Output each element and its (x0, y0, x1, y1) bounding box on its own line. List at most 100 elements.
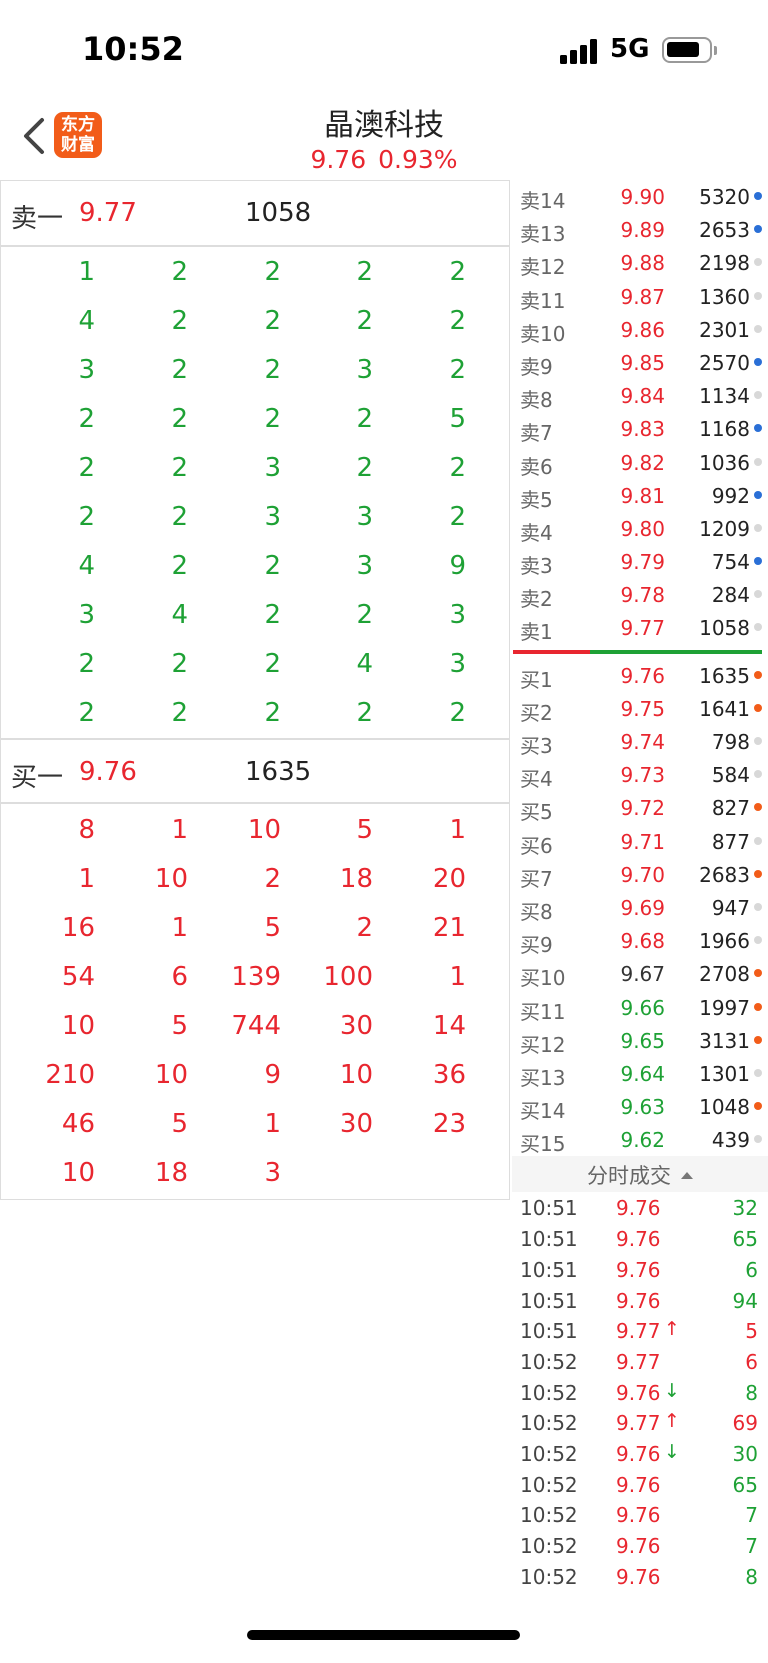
queue-row: 8 1 10 5 1 (1, 806, 509, 855)
queue-cell: 18 (339, 864, 373, 894)
level-volume: 798 (711, 730, 750, 754)
bid-level-row[interactable]: 买10 9.67 2708 (512, 957, 768, 990)
trade-volume: 30 (732, 1441, 758, 1466)
ask-level-row[interactable]: 卖9 9.85 2570 (512, 346, 768, 379)
queue-cell: 23 (432, 1109, 466, 1139)
orange-dot-icon (754, 703, 762, 712)
level-price: 9.84 (620, 384, 665, 409)
bid-level-row[interactable]: 买9 9.68 1966 (512, 924, 768, 957)
home-indicator[interactable] (247, 1630, 520, 1640)
queue-cell: 1 (78, 257, 95, 287)
queue-cell: 2 (78, 502, 95, 532)
ask-level-row[interactable]: 卖6 9.82 1036 (512, 446, 768, 479)
trade-price: 9.77 (616, 1349, 661, 1374)
trade-price: 9.77 (616, 1411, 661, 1436)
gray-dot-icon (754, 291, 762, 300)
bid-level-row[interactable]: 买12 9.65 3131 (512, 1024, 768, 1057)
back-icon[interactable] (20, 116, 50, 156)
orange-dot-icon (754, 869, 762, 878)
ask-level-row[interactable]: 卖5 9.81 992 (512, 479, 768, 512)
ask-level-row[interactable]: 卖13 9.89 2653 (512, 213, 768, 246)
queue-cell: 3 (78, 600, 95, 630)
signal-icon (560, 38, 600, 64)
level-price: 9.85 (620, 350, 665, 375)
trade-time: 10:52 (520, 1441, 578, 1466)
level-price: 9.70 (620, 862, 665, 887)
bid-level-row[interactable]: 买5 9.72 827 (512, 791, 768, 824)
queue-cell: 5 (171, 1109, 188, 1139)
level-price: 9.68 (620, 929, 665, 954)
bid1-label: 买一 (11, 763, 64, 793)
level-price: 9.87 (620, 284, 665, 309)
queue-cell: 3 (264, 453, 281, 483)
bid1-price: 9.76 (79, 757, 137, 787)
trade-row: 10:52 9.76 8 (512, 1561, 768, 1592)
bid-level-row[interactable]: 买6 9.71 877 (512, 825, 768, 858)
bid-level-row[interactable]: 买1 9.76 1635 (512, 659, 768, 692)
bid-level-row[interactable]: 买7 9.70 2683 (512, 858, 768, 891)
level-volume: 2683 (699, 862, 750, 887)
level-label: 卖5 (520, 487, 553, 512)
bid-level-row[interactable]: 买8 9.69 947 (512, 891, 768, 924)
queue-cell: 2 (356, 600, 373, 630)
bid-level-row[interactable]: 买13 9.64 1301 (512, 1057, 768, 1090)
queue-cell: 6 (171, 962, 188, 992)
trade-volume: 65 (732, 1472, 758, 1497)
level-label: 买15 (520, 1132, 566, 1157)
ask-level-row[interactable]: 卖14 9.90 5320 (512, 180, 768, 213)
queue-cell: 14 (432, 1011, 466, 1041)
trade-list[interactable]: 10:51 9.76 32 10:51 9.76 65 10:51 9.76 6 10:51 9.7… (512, 1192, 768, 1591)
level-price: 9.89 (620, 218, 665, 243)
bid-level-row[interactable]: 买11 9.66 1997 (512, 991, 768, 1024)
app-logo[interactable]: 东方 财富 (54, 112, 102, 158)
trade-volume: 5 (745, 1319, 758, 1344)
level-price: 9.72 (620, 796, 665, 821)
orange-dot-icon (754, 803, 762, 812)
current-price: 9.76 (310, 145, 367, 174)
ask-level-row[interactable]: 卖10 9.86 2301 (512, 313, 768, 346)
queue-row: 1 2 2 2 2 (1, 248, 509, 297)
bid1-header[interactable]: 买一 9.76 1635 (1, 738, 509, 804)
queue-cell: 2 (449, 355, 466, 385)
level-price: 9.88 (620, 251, 665, 276)
level-volume: 992 (711, 483, 750, 508)
ask-level-row[interactable]: 卖1 9.77 1058 (512, 611, 768, 644)
trade-volume: 69 (732, 1411, 758, 1436)
bid-level-row[interactable]: 买4 9.73 584 (512, 758, 768, 791)
queue-cell: 21 (432, 913, 466, 943)
blue-dot-icon (754, 357, 762, 366)
level-label: 买11 (520, 999, 566, 1024)
ask-level-row[interactable]: 卖8 9.84 1134 (512, 379, 768, 412)
level-price: 9.64 (620, 1061, 665, 1086)
level-label: 卖7 (520, 421, 553, 446)
trade-row: 10:52 9.76 ↓ 8 (512, 1377, 768, 1408)
ask-level-row[interactable]: 卖2 9.78 284 (512, 578, 768, 611)
gray-dot-icon (754, 936, 762, 945)
ask1-header[interactable]: 卖一 9.77 1058 (1, 181, 509, 247)
trade-time: 10:52 (520, 1534, 578, 1558)
trades-header[interactable]: 分时成交 (512, 1156, 768, 1193)
level-price: 9.73 (620, 763, 665, 788)
queue-cell: 1 (449, 815, 466, 845)
ask-level-row[interactable]: 卖3 9.79 754 (512, 545, 768, 578)
ask-level-row[interactable]: 卖12 9.88 2198 (512, 246, 768, 279)
status-bar: 10:52 5G (0, 0, 768, 100)
queue-cell: 2 (449, 698, 466, 728)
order-queue-panel: 卖一 9.77 1058 122224222232232222252232222… (0, 180, 510, 1200)
level-volume: 1134 (699, 384, 750, 409)
ask-level-row[interactable]: 卖4 9.80 1209 (512, 512, 768, 545)
bid-level-row[interactable]: 买2 9.75 1641 (512, 692, 768, 725)
bid-level-row[interactable]: 买3 9.74 798 (512, 725, 768, 758)
ask-level-row[interactable]: 卖7 9.83 1168 (512, 412, 768, 445)
blue-dot-icon (754, 192, 762, 200)
level-label: 买1 (520, 667, 553, 692)
trade-price: 9.77 (616, 1319, 661, 1344)
price-change: 0.93% (378, 145, 458, 174)
bid-level-row[interactable]: 买15 9.62 439 (512, 1123, 768, 1156)
level-price: 9.80 (620, 516, 665, 541)
level-label: 卖2 (520, 587, 553, 612)
ask-level-row[interactable]: 卖11 9.87 1360 (512, 280, 768, 313)
level-label: 买10 (520, 966, 566, 991)
bid-level-row[interactable]: 买14 9.63 1048 (512, 1090, 768, 1123)
ask-levels: 卖14 9.90 5320 卖13 9.89 2653 卖12 9.88 2198 卖11 9.87… (512, 180, 768, 645)
